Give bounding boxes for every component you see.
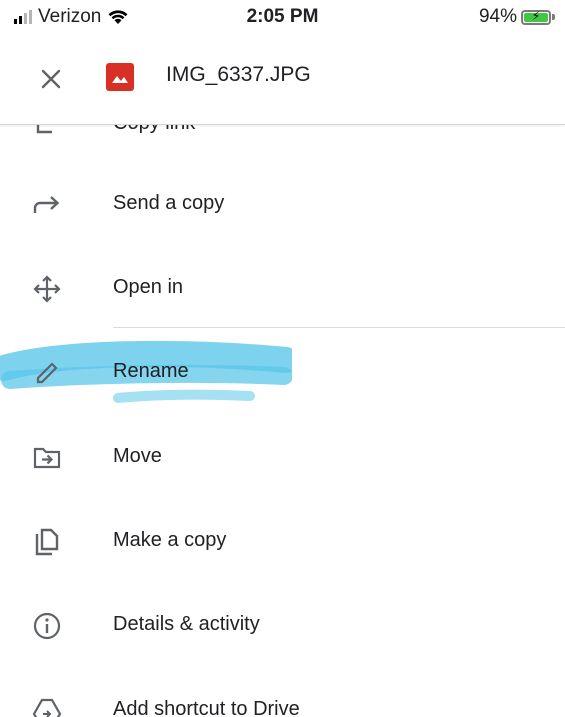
menu-item-label: Move [113, 445, 162, 467]
menu-item-label: Details & activity [113, 613, 260, 635]
close-icon [41, 69, 61, 89]
menu-item-send-a-copy[interactable]: Send a copy [0, 162, 565, 246]
menu-item-add-shortcut[interactable]: Add shortcut to Drive [0, 668, 565, 717]
forward-arrow-icon [27, 190, 67, 220]
battery-group: 94% ⚡ [479, 6, 555, 28]
menu-item-label: Rename [113, 360, 189, 382]
menu-item-move[interactable]: Move [0, 415, 565, 499]
status-bar: Verizon 2:05 PM 94% ⚡ [0, 0, 565, 36]
battery-percent: 94% [478, 6, 517, 27]
menu-item-open-in[interactable]: Open in [0, 246, 565, 330]
info-icon [27, 611, 67, 641]
menu-item-label: Make a copy [113, 529, 227, 551]
file-name: IMG_6337.JPG [166, 63, 311, 86]
menu-item-label: Send a copy [113, 192, 225, 214]
menu-item-details-activity[interactable]: Details & activity [0, 583, 565, 667]
menu-divider [113, 327, 565, 328]
image-file-icon [106, 63, 134, 91]
menu-item-copy-link[interactable]: Copy link [0, 124, 565, 166]
file-actions-menu: Copy link Send a copy Open in [0, 124, 565, 717]
menu-item-label: Add shortcut to Drive [113, 698, 300, 717]
menu-item-rename[interactable]: Rename [0, 330, 565, 414]
battery-icon: ⚡ [521, 9, 551, 25]
link-icon [27, 124, 67, 140]
menu-item-make-a-copy[interactable]: Make a copy [0, 499, 565, 583]
copy-icon [27, 527, 67, 557]
pencil-icon [27, 358, 67, 388]
move-folder-icon [27, 443, 67, 473]
close-button[interactable] [32, 60, 70, 98]
drive-shortcut-icon [27, 696, 67, 717]
menu-item-label: Copy link [113, 124, 195, 135]
app-header: IMG_6337.JPG [0, 36, 565, 125]
open-in-move-icon [27, 274, 67, 304]
menu-item-label: Open in [113, 276, 184, 298]
